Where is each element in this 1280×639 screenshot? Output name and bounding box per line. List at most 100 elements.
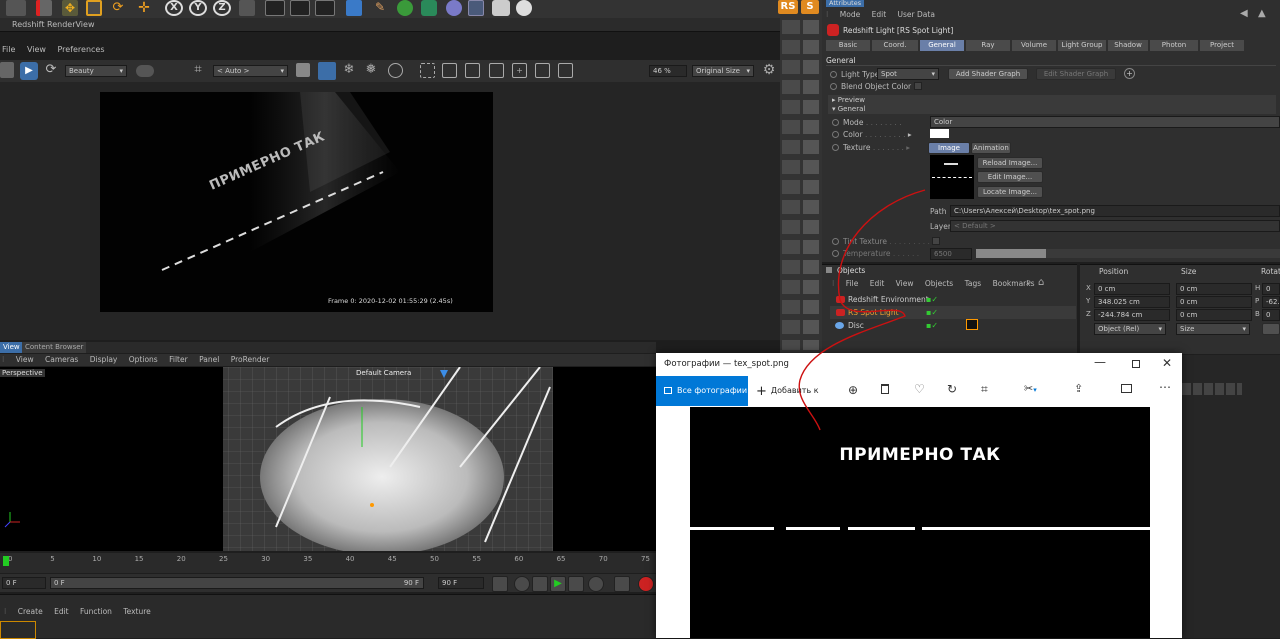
save-image-icon[interactable] — [535, 63, 550, 78]
x-axis-icon[interactable]: X — [165, 0, 183, 16]
texture-tab-image[interactable]: Image — [928, 142, 970, 154]
compare-icon[interactable] — [489, 63, 504, 78]
renderview-menu-view[interactable]: View — [27, 45, 46, 54]
apply-button[interactable] — [1262, 323, 1280, 335]
tab-ray[interactable]: Ray — [966, 40, 1010, 51]
heart-icon[interactable]: ♡ — [914, 382, 925, 396]
prev-frame-button[interactable] — [532, 576, 548, 592]
attributes-menu-user-data[interactable]: User Data — [898, 10, 935, 19]
goto-end-button[interactable] — [614, 576, 630, 592]
viewport-menu-view[interactable]: View — [16, 355, 34, 364]
object-disc[interactable]: Disc — [830, 319, 1076, 332]
refresh-icon[interactable]: ⟳ — [43, 62, 59, 78]
viewport-menu-options[interactable]: Options — [129, 355, 158, 364]
objects-menu-objects[interactable]: Objects — [925, 279, 953, 288]
rotate-photo-icon[interactable]: ↻ — [947, 382, 957, 396]
x-size-field[interactable]: 0 cm — [1176, 283, 1252, 295]
tab-light-group[interactable]: Light Group — [1058, 40, 1106, 51]
lock-icon[interactable] — [296, 63, 310, 77]
gear-icon[interactable]: ⚙ — [760, 62, 778, 80]
tab-coord[interactable]: Coord. — [872, 40, 918, 51]
coord-size-select[interactable]: Size ▾ — [1176, 323, 1250, 335]
add-snapshot-icon[interactable]: + — [512, 63, 527, 78]
reload-image-button[interactable]: Reload Image... — [977, 157, 1043, 169]
floor-icon[interactable] — [468, 0, 484, 16]
expand-icon[interactable] — [442, 63, 457, 78]
next-key-button[interactable] — [588, 576, 604, 592]
zoom-field[interactable]: 46 % — [649, 65, 687, 77]
light-type-select[interactable]: Spot ▾ — [877, 68, 939, 80]
print-icon[interactable] — [1121, 384, 1132, 393]
snowflake-icon[interactable]: ❄ — [340, 62, 358, 80]
color-swatch[interactable] — [930, 129, 949, 138]
world-icon[interactable] — [239, 0, 255, 16]
tint-texture-dot[interactable] — [832, 238, 839, 245]
tab-view[interactable]: View — [0, 342, 23, 353]
objects-menu-view[interactable]: View — [896, 279, 914, 288]
layer-select[interactable]: < Default > — [950, 220, 1280, 232]
up-arrow-icon[interactable]: ▲ — [1258, 8, 1276, 26]
timeline[interactable]: 0 5 10 15 20 25 30 35 40 45 50 55 60 65 70 75 — [0, 553, 656, 573]
viewport-menu-panel[interactable]: Panel — [199, 355, 219, 364]
camera-icon[interactable] — [492, 0, 510, 16]
objects-menu-tags[interactable]: Tags — [965, 279, 982, 288]
objects-menu-edit[interactable]: Edit — [870, 279, 885, 288]
tab-project[interactable]: Project — [1200, 40, 1244, 51]
goto-start-button[interactable] — [492, 576, 508, 592]
scale-icon[interactable] — [86, 0, 102, 16]
crop-icon[interactable]: ⌗ — [190, 62, 206, 78]
all-photos-button[interactable]: Все фотографии — [656, 376, 748, 406]
material-menu-texture[interactable]: Texture — [123, 607, 150, 616]
clapper-icon[interactable] — [0, 62, 14, 78]
rs-logo-icon[interactable]: RS — [778, 0, 798, 14]
copy-icon[interactable] — [558, 63, 573, 78]
object-redshift-environment[interactable]: Redshift Environment — [830, 293, 1076, 306]
tab-general[interactable]: General — [920, 40, 964, 51]
viewport-menu-prorender[interactable]: ProRender — [231, 355, 270, 364]
p-rotation-field[interactable]: -62. — [1262, 296, 1280, 308]
edit-image-button[interactable]: Edit Image... — [977, 171, 1043, 183]
render-view-icon[interactable] — [265, 0, 285, 16]
play-button[interactable]: ▶ — [550, 576, 566, 592]
region-icon[interactable] — [420, 63, 435, 78]
temperature-slider[interactable] — [976, 249, 1280, 258]
attributes-menu-edit[interactable]: Edit — [872, 10, 887, 19]
texture-tab-animation[interactable]: Animation — [971, 142, 1011, 154]
end-frame-field[interactable]: 90 F — [438, 577, 484, 589]
coord-icon[interactable]: ✛ — [136, 0, 152, 16]
material-menu-create[interactable]: Create — [18, 607, 43, 616]
mode-dot[interactable] — [832, 119, 839, 126]
crop-photo-icon[interactable]: ⌗ — [981, 382, 988, 397]
start-frame-field[interactable]: 0 F 90 F — [50, 577, 424, 589]
minimize-icon[interactable]: — — [1094, 355, 1106, 369]
mode-select[interactable]: Color — [930, 116, 1280, 128]
tab-basic[interactable]: Basic — [826, 40, 870, 51]
coord-mode-select[interactable]: Object (Rel) ▾ — [1094, 323, 1166, 335]
tint-checkbox[interactable] — [932, 237, 941, 245]
rotate-icon[interactable]: ⟳ — [110, 0, 126, 16]
aov-toggle-icon[interactable] — [136, 65, 154, 77]
tab-photon[interactable]: Photon — [1150, 40, 1198, 51]
z-position-field[interactable]: -244.784 cm — [1094, 309, 1170, 321]
s-logo-icon[interactable]: S — [801, 0, 819, 14]
light-icon[interactable] — [516, 0, 532, 16]
edit-photo-icon[interactable]: ✂▾ — [1024, 382, 1037, 395]
next-frame-button[interactable] — [568, 576, 584, 592]
temperature-field[interactable]: 6500 — [930, 248, 972, 260]
deformer-icon[interactable] — [446, 0, 462, 16]
z-axis-icon[interactable]: Z — [213, 0, 231, 16]
zoom-icon[interactable]: ⊕ — [848, 383, 858, 397]
material-menu-edit[interactable]: Edit — [54, 607, 69, 616]
y-position-field[interactable]: 348.025 cm — [1094, 296, 1170, 308]
add-to-button[interactable]: + Добавить к — [756, 376, 819, 406]
snowflake-alt-icon[interactable]: ❅ — [362, 62, 380, 80]
z-size-field[interactable]: 0 cm — [1176, 309, 1252, 321]
grid-view-icon[interactable] — [318, 62, 336, 80]
path-field[interactable]: C:\Users\Алексей\Desktop\tex_spot.png — [950, 205, 1280, 217]
plus-circle-icon[interactable]: + — [1124, 68, 1135, 79]
cube-icon[interactable] — [346, 0, 362, 16]
color-dot[interactable] — [832, 131, 839, 138]
material-slot[interactable] — [0, 621, 36, 639]
y-size-field[interactable]: 0 cm — [1176, 296, 1252, 308]
play-render-icon[interactable]: ▶ — [20, 62, 38, 80]
